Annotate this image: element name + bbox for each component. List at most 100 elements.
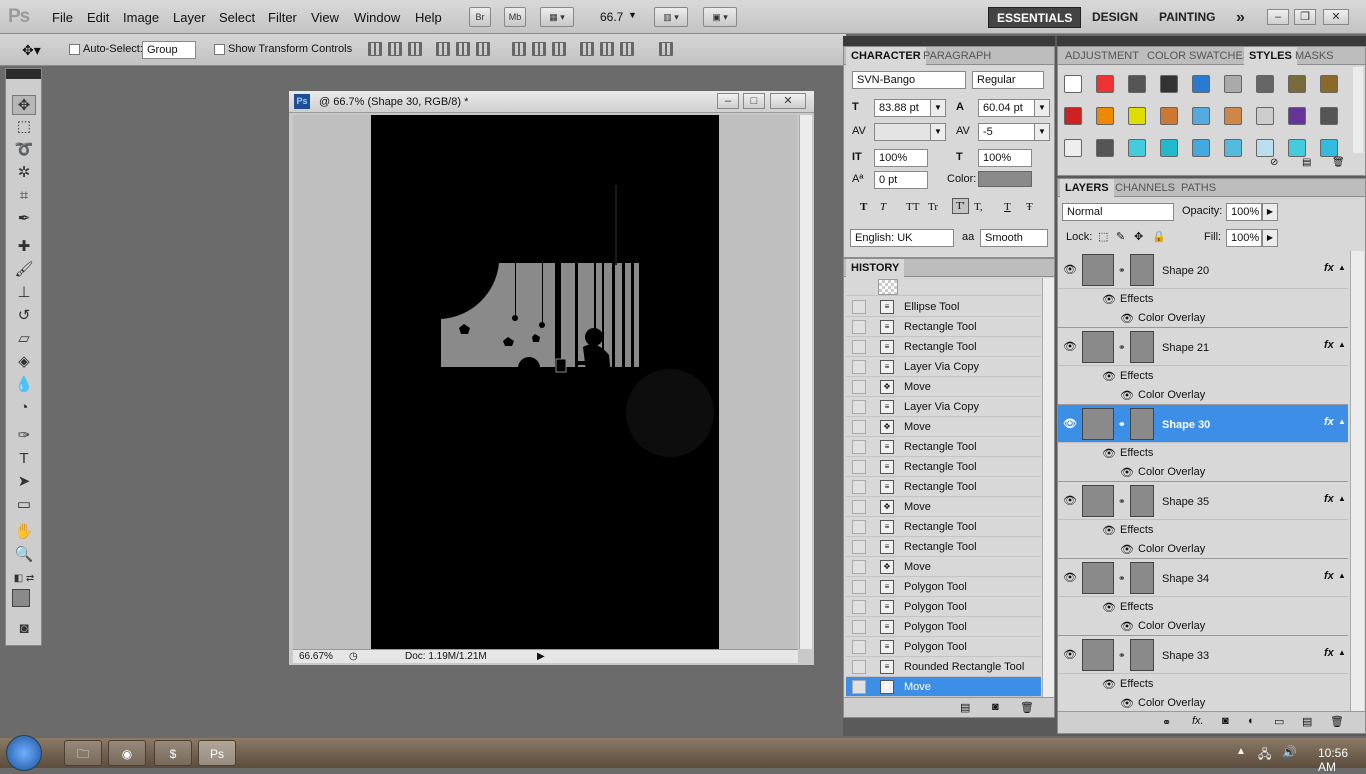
language-dropdown[interactable]: English: UK <box>850 229 954 247</box>
chevron-down-icon[interactable]: ▼ <box>1034 99 1050 117</box>
style-swatch[interactable] <box>1192 139 1210 157</box>
distribute-left-icon[interactable] <box>580 42 594 56</box>
tab-character[interactable]: CHARACTER <box>846 47 926 65</box>
small-caps-button[interactable]: Tr <box>928 201 938 213</box>
history-item[interactable]: ≡ Polygon Tool <box>846 617 1041 637</box>
history-item[interactable]: ✥ Move <box>846 497 1041 517</box>
align-bottom-icon[interactable] <box>408 42 422 56</box>
layer-row[interactable]: 👁 ⚭ Shape 33 fx ▲ 👁 Effects 👁 Color Overlay <box>1058 636 1348 713</box>
lock-transparent-icon[interactable]: ⬚ <box>1098 230 1108 243</box>
chevron-down-icon[interactable]: ▼ <box>1034 123 1050 141</box>
link-icon[interactable]: ⚭ <box>1118 650 1126 661</box>
distribute-vcenter-icon[interactable] <box>532 42 546 56</box>
history-source-checkbox[interactable] <box>852 420 866 434</box>
style-swatch[interactable] <box>1128 107 1146 125</box>
history-source-checkbox[interactable] <box>852 340 866 354</box>
strikethrough-button[interactable]: Ŧ <box>1026 201 1033 213</box>
start-button[interactable] <box>6 735 42 771</box>
crop-tool-icon[interactable]: ⌗ <box>12 186 36 206</box>
align-vcenter-icon[interactable] <box>388 42 402 56</box>
history-source-checkbox[interactable] <box>852 540 866 554</box>
history-source-checkbox[interactable] <box>852 400 866 414</box>
layer-thumbnail[interactable] <box>1082 408 1114 440</box>
collapse-arrow-icon[interactable]: ▲ <box>1338 571 1346 580</box>
style-swatch[interactable] <box>1320 139 1338 157</box>
app-icon-money[interactable]: $ <box>154 740 192 766</box>
eye-icon[interactable]: 👁 <box>1120 697 1134 710</box>
history-item[interactable]: ✥ Move <box>846 377 1041 397</box>
layer-main[interactable]: 👁 ⚭ Shape 30 fx ▲ <box>1058 405 1348 443</box>
style-swatch[interactable] <box>1160 139 1178 157</box>
style-swatch[interactable] <box>1256 75 1274 93</box>
menu-view[interactable]: View <box>311 10 339 25</box>
default-colors-icon[interactable]: ◧ ⇄ <box>12 569 36 589</box>
history-item[interactable]: ≡ Ellipse Tool <box>846 297 1041 317</box>
style-swatch[interactable] <box>1288 139 1306 157</box>
lock-pixels-icon[interactable]: ✎ <box>1116 230 1125 243</box>
history-item[interactable]: ≡ Rectangle Tool <box>846 477 1041 497</box>
trash-icon[interactable]: 🗑 <box>1330 715 1344 728</box>
eye-icon[interactable]: 👁 <box>1120 620 1134 633</box>
blend-mode-dropdown[interactable]: Normal <box>1062 203 1174 221</box>
tab-layers[interactable]: LAYERS <box>1060 179 1114 197</box>
vector-mask-thumbnail[interactable] <box>1130 408 1154 440</box>
history-snapshot[interactable] <box>846 278 1041 296</box>
clock[interactable]: 10:56 AM <box>1318 746 1366 774</box>
link-icon[interactable]: ⚭ <box>1118 573 1126 584</box>
eye-icon[interactable]: 👁 <box>1063 571 1077 584</box>
style-swatch[interactable] <box>1288 107 1306 125</box>
subscript-button[interactable]: T, <box>974 201 983 213</box>
clone-stamp-icon[interactable]: ⊥ <box>12 283 36 303</box>
eraser-tool-icon[interactable]: ▱ <box>12 329 36 349</box>
history-item[interactable]: ≡ Polygon Tool <box>846 637 1041 657</box>
style-swatch[interactable] <box>1224 75 1242 93</box>
tab-styles[interactable]: STYLES <box>1244 47 1297 65</box>
chevron-right-icon[interactable]: ▶ <box>1262 229 1278 247</box>
style-swatch[interactable] <box>1128 75 1146 93</box>
layer-row[interactable]: 👁 ⚭ Shape 34 fx ▲ 👁 Effects 👁 Color Overlay <box>1058 559 1348 636</box>
view-extras-button[interactable]: ▦ ▾ <box>540 7 574 27</box>
status-menu-arrow-icon[interactable]: ▶ <box>537 651 545 662</box>
history-item[interactable]: ≡ Polygon Tool <box>846 577 1041 597</box>
path-selection-icon[interactable]: ➤ <box>12 472 36 492</box>
faux-bold-button[interactable]: T <box>860 201 867 213</box>
network-icon[interactable]: 🖧 <box>1258 745 1271 766</box>
align-top-icon[interactable] <box>368 42 382 56</box>
chevron-down-icon[interactable]: ▼ <box>930 123 946 141</box>
eye-icon[interactable]: 👁 <box>1102 601 1116 614</box>
eyedropper-icon[interactable]: ✒ <box>12 209 36 229</box>
screen-mode-button[interactable]: ▣ ▾ <box>703 7 737 27</box>
style-swatch[interactable] <box>1256 107 1274 125</box>
layer-main[interactable]: 👁 ⚭ Shape 34 fx ▲ <box>1058 559 1348 597</box>
history-item[interactable]: ≡ Rectangle Tool <box>846 317 1041 337</box>
show-transform-checkbox[interactable] <box>214 44 225 55</box>
fx-icon[interactable]: fx <box>1324 570 1334 582</box>
add-mask-icon[interactable]: ◙ <box>1222 715 1229 727</box>
history-source-checkbox[interactable] <box>852 320 866 334</box>
link-icon[interactable]: ⚭ <box>1118 419 1126 430</box>
style-swatch[interactable] <box>1320 75 1338 93</box>
history-item[interactable]: ≡ Rectangle Tool <box>846 537 1041 557</box>
history-source-checkbox[interactable] <box>852 360 866 374</box>
doc-minimize-button[interactable]: – <box>717 93 739 109</box>
layer-thumbnail[interactable] <box>1082 254 1114 286</box>
new-group-icon[interactable]: ▭ <box>1274 715 1284 728</box>
collapse-arrow-icon[interactable]: ▲ <box>1338 494 1346 503</box>
tools-panel-header[interactable] <box>6 69 41 79</box>
align-hcenter-icon[interactable] <box>456 42 470 56</box>
menu-edit[interactable]: Edit <box>87 10 109 25</box>
history-item[interactable]: ≡ Polygon Tool <box>846 597 1041 617</box>
eye-icon[interactable]: 👁 <box>1063 648 1077 661</box>
dock-collapse-bar[interactable] <box>843 36 1055 46</box>
baseline-shift-field[interactable]: 0 pt <box>874 171 928 189</box>
antialias-dropdown[interactable]: Smooth <box>980 229 1048 247</box>
tab-history[interactable]: HISTORY <box>846 259 905 277</box>
layers-scrollbar[interactable] <box>1350 251 1364 711</box>
collapse-arrow-icon[interactable]: ▲ <box>1338 417 1346 426</box>
explorer-icon[interactable]: 🗀 <box>64 740 102 766</box>
history-item[interactable]: ≡ Rectangle Tool <box>846 517 1041 537</box>
auto-select-dropdown[interactable]: Group <box>142 41 196 59</box>
auto-align-icon[interactable] <box>659 42 673 56</box>
eye-icon[interactable]: 👁 <box>1102 293 1116 306</box>
eye-icon[interactable]: 👁 <box>1063 417 1077 430</box>
